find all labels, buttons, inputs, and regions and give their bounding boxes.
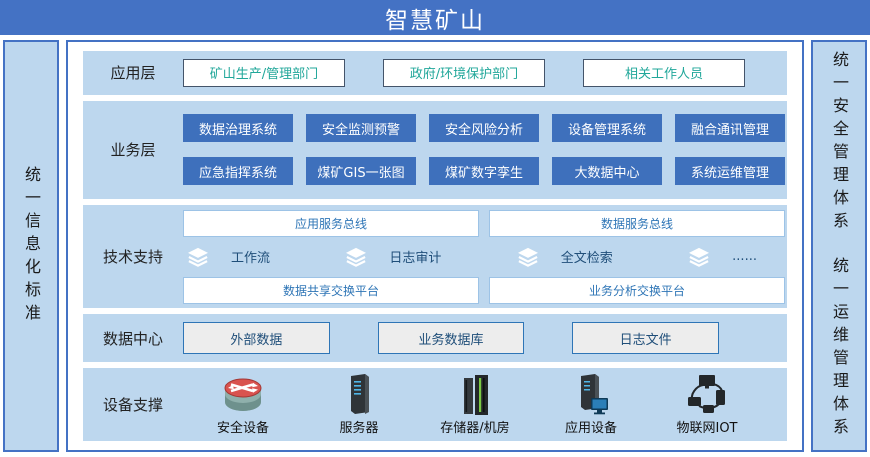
equipment-item-label: 应用设备 <box>565 417 617 436</box>
right-sidebar-label-top: 统一安全管理体系 <box>831 51 847 235</box>
left-sidebar: 统一信息化标准 <box>3 40 59 452</box>
tech-support-label: 技术支持 <box>83 246 183 267</box>
application-layer-label: 应用层 <box>83 62 183 83</box>
middleware-row: 工作流 日志审计 全文检索 ...... <box>183 247 787 267</box>
service-bus: 数据服务总线 <box>489 210 785 237</box>
business-item: 系统运维管理 <box>675 157 785 185</box>
data-center-item: 日志文件 <box>572 322 719 354</box>
business-item: 安全监测预警 <box>306 114 416 142</box>
right-sidebar-label-bottom: 统一运维管理体系 <box>831 257 847 441</box>
service-bus: 应用服务总线 <box>183 210 479 237</box>
middleware-label: ...... <box>732 249 757 264</box>
business-item: 融合通讯管理 <box>675 114 785 142</box>
business-item: 数据治理系统 <box>183 114 293 142</box>
middleware-item: 全文检索 <box>517 247 613 267</box>
business-item: 设备管理系统 <box>552 114 662 142</box>
application-item: 矿山生产/管理部门 <box>183 59 345 87</box>
layers-icon <box>517 247 539 267</box>
page-title: 智慧矿山 <box>385 1 485 35</box>
iot-network-icon <box>683 372 731 416</box>
middleware-label: 日志审计 <box>389 247 441 266</box>
data-center-items: 外部数据 业务数据库 日志文件 <box>183 322 787 354</box>
application-device-icon <box>567 372 615 416</box>
data-center-item: 外部数据 <box>183 322 330 354</box>
middleware-item: 工作流 <box>187 247 270 267</box>
equipment-item-label: 安全设备 <box>217 417 269 436</box>
firewall-device-icon <box>219 372 267 416</box>
application-layer-band: 应用层 矿山生产/管理部门 政府/环境保护部门 相关工作人员 <box>83 51 787 95</box>
data-center-item: 业务数据库 <box>378 322 525 354</box>
business-item: 煤矿GIS一张图 <box>306 157 416 185</box>
middleware-label: 工作流 <box>231 247 270 266</box>
equipment-label: 设备支撑 <box>83 394 183 415</box>
business-row-1: 数据治理系统 安全监测预警 安全风险分析 设备管理系统 融合通讯管理 <box>183 114 787 142</box>
middleware-item: 日志审计 <box>345 247 441 267</box>
equipment-item-label: 存储器/机房 <box>440 417 509 436</box>
equipment-item: 存储器/机房 <box>423 372 527 436</box>
service-bus-row: 应用服务总线 数据服务总线 <box>183 210 787 237</box>
business-layer-band: 业务层 数据治理系统 安全监测预警 安全风险分析 设备管理系统 融合通讯管理 应… <box>83 101 787 200</box>
architecture-main: 应用层 矿山生产/管理部门 政府/环境保护部门 相关工作人员 业务层 数据治理系… <box>66 40 804 452</box>
business-layer-items: 数据治理系统 安全监测预警 安全风险分析 设备管理系统 融合通讯管理 应急指挥系… <box>183 114 787 185</box>
equipment-items: 安全设备 服务器 <box>183 372 787 436</box>
middleware-label: 全文检索 <box>561 247 613 266</box>
data-center-band: 数据中心 外部数据 业务数据库 日志文件 <box>83 314 787 361</box>
business-item: 应急指挥系统 <box>183 157 293 185</box>
application-layer-items: 矿山生产/管理部门 政府/环境保护部门 相关工作人员 <box>183 59 787 87</box>
equipment-item-label: 物联网IOT <box>676 417 737 436</box>
layers-icon <box>187 247 209 267</box>
application-item: 相关工作人员 <box>583 59 745 87</box>
layers-icon <box>688 247 710 267</box>
equipment-band: 设备支撑 安全设备 <box>83 368 787 441</box>
platform-row: 数据共享交换平台 业务分析交换平台 <box>183 277 787 304</box>
data-center-label: 数据中心 <box>83 328 183 349</box>
storage-rack-icon <box>451 372 499 416</box>
business-row-2: 应急指挥系统 煤矿GIS一张图 煤矿数字孪生 大数据中心 系统运维管理 <box>183 157 787 185</box>
tech-support-band: 技术支持 应用服务总线 数据服务总线 工作流 日志审计 <box>83 205 787 308</box>
equipment-item-label: 服务器 <box>339 417 378 436</box>
business-layer-label: 业务层 <box>83 139 183 160</box>
business-item: 大数据中心 <box>552 157 662 185</box>
diagram-frame: 统一信息化标准 应用层 矿山生产/管理部门 政府/环境保护部门 相关工作人员 业… <box>0 40 870 452</box>
application-item: 政府/环境保护部门 <box>383 59 545 87</box>
business-item: 安全风险分析 <box>429 114 539 142</box>
equipment-item: 安全设备 <box>191 372 295 436</box>
equipment-item: 服务器 <box>307 372 411 436</box>
title-banner: 智慧矿山 <box>0 0 870 35</box>
middleware-item: ...... <box>688 247 757 267</box>
tech-support-items: 应用服务总线 数据服务总线 工作流 日志审计 全文检索 <box>183 210 787 304</box>
equipment-item: 物联网IOT <box>655 372 759 436</box>
right-sidebar: 统一安全管理体系 统一运维管理体系 <box>811 40 867 452</box>
business-item: 煤矿数字孪生 <box>429 157 539 185</box>
equipment-item: 应用设备 <box>539 372 643 436</box>
platform-box: 业务分析交换平台 <box>489 277 785 304</box>
layers-icon <box>345 247 367 267</box>
left-sidebar-label: 统一信息化标准 <box>23 166 39 327</box>
server-icon <box>335 372 383 416</box>
platform-box: 数据共享交换平台 <box>183 277 479 304</box>
